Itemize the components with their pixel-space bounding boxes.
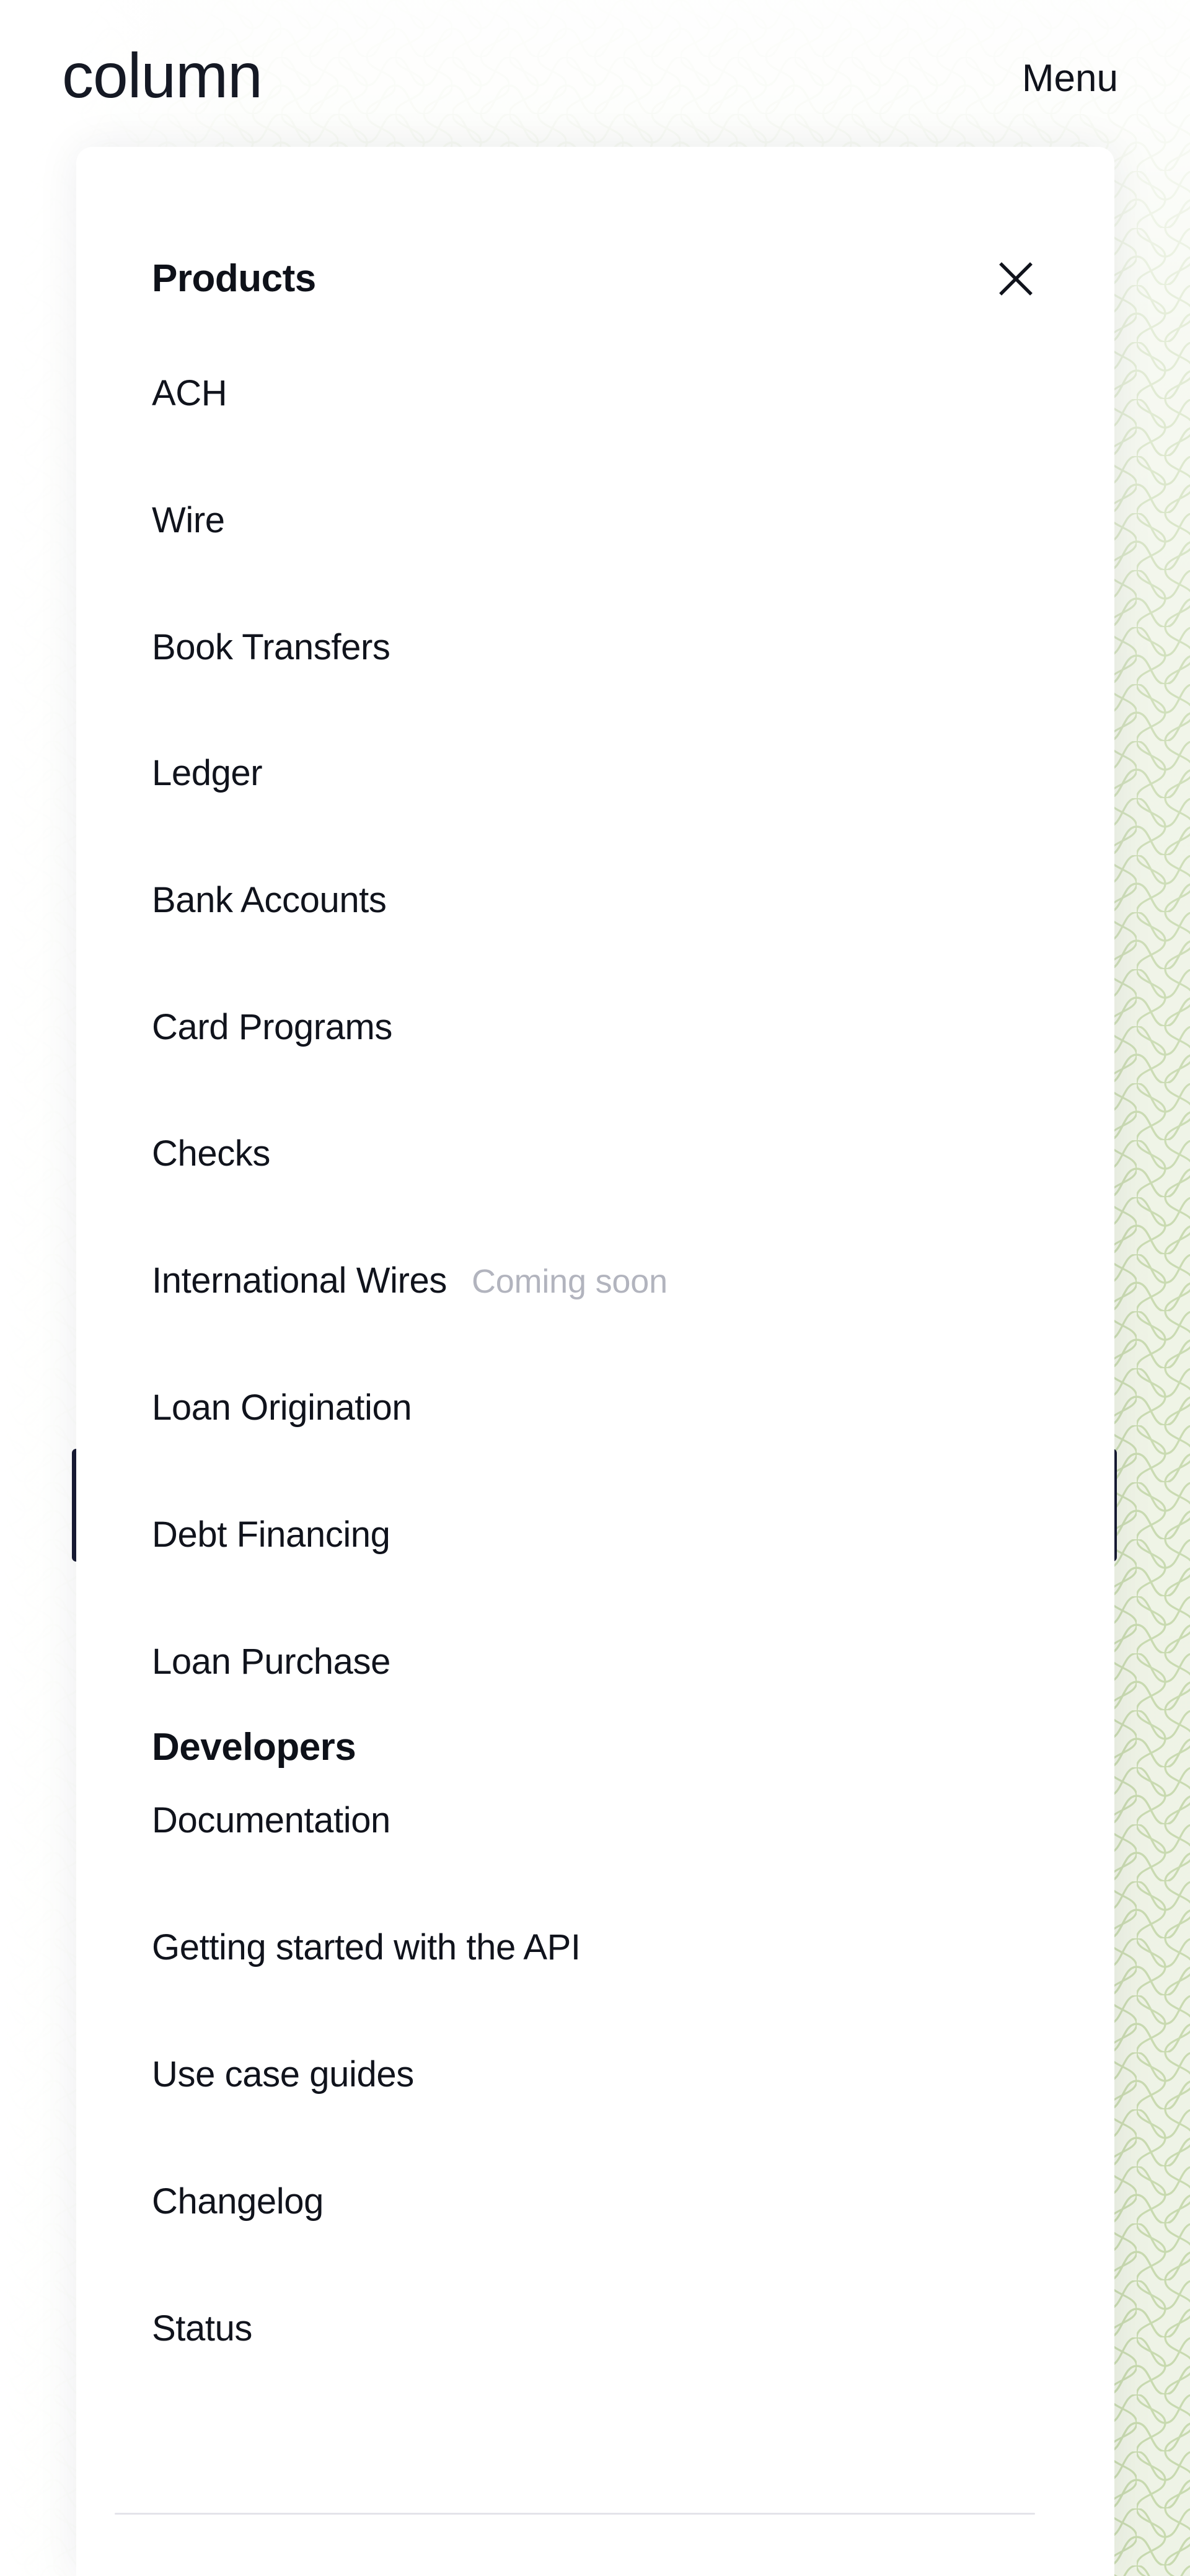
menu-item-ledger[interactable]: Ledger [152, 753, 263, 794]
menu-item-label: Checks [152, 1133, 270, 1174]
menu-item-wire[interactable]: Wire [152, 500, 225, 541]
navigation-menu-panel: Products Developers ACH Wire Book Transfer… [76, 147, 1114, 2576]
menu-item-ach[interactable]: ACH [152, 373, 227, 414]
menu-item-book-transfers[interactable]: Book Transfers [152, 627, 390, 668]
menu-item-label: International Wires [152, 1260, 447, 1301]
menu-item-bank-accounts[interactable]: Bank Accounts [152, 880, 387, 921]
menu-item-label: Loan Purchase [152, 1642, 390, 1682]
menu-item-loan-purchase[interactable]: Loan Purchase [152, 1642, 390, 1682]
menu-item-changelog[interactable]: Changelog [152, 2181, 324, 2222]
menu-item-checks[interactable]: Checks [152, 1133, 270, 1174]
menu-item-debt-financing[interactable]: Debt Financing [152, 1514, 390, 1555]
menu-item-label: Bank Accounts [152, 880, 387, 920]
menu-divider [115, 2513, 1035, 2515]
menu-item-use-case-guides[interactable]: Use case guides [152, 2054, 414, 2095]
menu-item-loan-origination[interactable]: Loan Origination [152, 1387, 412, 1428]
site-header: column Menu [0, 0, 1190, 149]
menu-item-label: Ledger [152, 753, 263, 793]
menu-item-label: Loan Origination [152, 1387, 412, 1428]
menu-item-label: Documentation [152, 1800, 390, 1840]
menu-item-status[interactable]: Status [152, 2308, 252, 2349]
menu-item-documentation[interactable]: Documentation [152, 1800, 390, 1841]
menu-item-card-programs[interactable]: Card Programs [152, 1007, 392, 1048]
menu-item-label: Getting started with the API [152, 1927, 581, 1967]
menu-item-status-badge: Coming soon [471, 1263, 668, 1300]
close-icon[interactable] [997, 260, 1035, 298]
menu-item-label: Wire [152, 500, 225, 540]
menu-item-label: Use case guides [152, 2054, 414, 2095]
menu-item-label: Debt Financing [152, 1514, 390, 1555]
menu-toggle-button[interactable]: Menu [1022, 57, 1118, 100]
menu-item-getting-started-with-the-api[interactable]: Getting started with the API [152, 1927, 581, 1968]
menu-item-label: ACH [152, 373, 227, 413]
brand-logo[interactable]: column [62, 38, 263, 113]
menu-item-label: Changelog [152, 2181, 324, 2222]
menu-item-international-wires[interactable]: International Wires Coming soon [152, 1260, 668, 1301]
menu-item-label: Book Transfers [152, 627, 390, 667]
menu-item-label: Status [152, 2308, 253, 2349]
developers-section-heading: Developers [152, 1726, 356, 1769]
menu-item-label: Card Programs [152, 1007, 393, 1047]
products-section-heading: Products [152, 257, 316, 300]
